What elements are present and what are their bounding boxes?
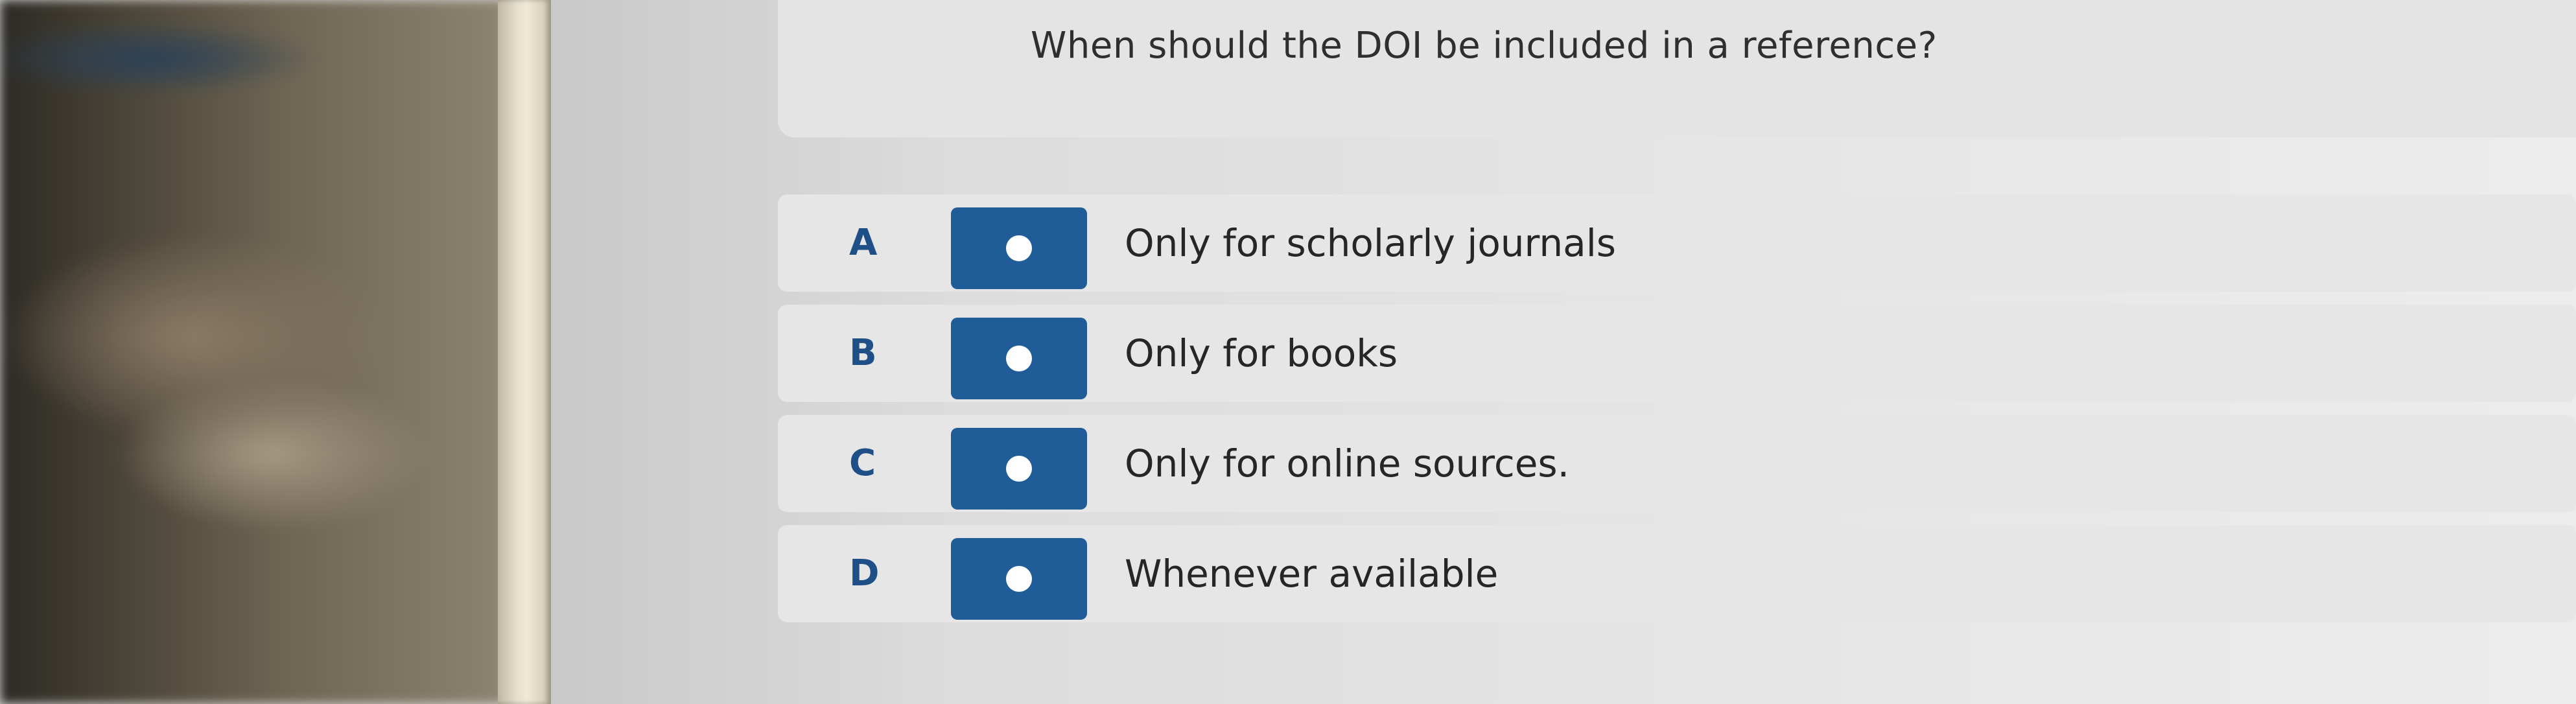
radio-dot-icon bbox=[1006, 235, 1032, 261]
option-label: Only for online sources. bbox=[1125, 441, 1570, 486]
option-letter: C bbox=[849, 442, 876, 484]
option-letter: B bbox=[849, 332, 877, 374]
option-a-radio-button[interactable] bbox=[951, 207, 1087, 289]
monitor-bezel bbox=[498, 0, 551, 704]
option-label: Only for scholarly journals bbox=[1125, 221, 1617, 265]
option-c[interactable]: C Only for online sources. bbox=[778, 415, 2576, 512]
blurred-background bbox=[0, 0, 506, 704]
quiz-screen: When should the DOI be included in a ref… bbox=[551, 0, 2576, 704]
radio-dot-icon bbox=[1006, 566, 1032, 592]
option-letter: D bbox=[849, 552, 880, 594]
option-b-radio-button[interactable] bbox=[951, 318, 1087, 399]
option-b[interactable]: B Only for books bbox=[778, 305, 2576, 402]
option-letter: A bbox=[849, 222, 878, 264]
option-c-radio-button[interactable] bbox=[951, 428, 1087, 510]
question-panel: When should the DOI be included in a ref… bbox=[778, 0, 2576, 137]
option-label: Whenever available bbox=[1125, 552, 1499, 596]
option-d-radio-button[interactable] bbox=[951, 538, 1087, 620]
option-d[interactable]: D Whenever available bbox=[778, 525, 2576, 622]
radio-dot-icon bbox=[1006, 346, 1032, 371]
option-a[interactable]: A Only for scholarly journals bbox=[778, 194, 2576, 292]
question-text: When should the DOI be included in a ref… bbox=[1031, 25, 1938, 67]
option-label: Only for books bbox=[1125, 331, 1398, 375]
radio-dot-icon bbox=[1006, 456, 1032, 482]
